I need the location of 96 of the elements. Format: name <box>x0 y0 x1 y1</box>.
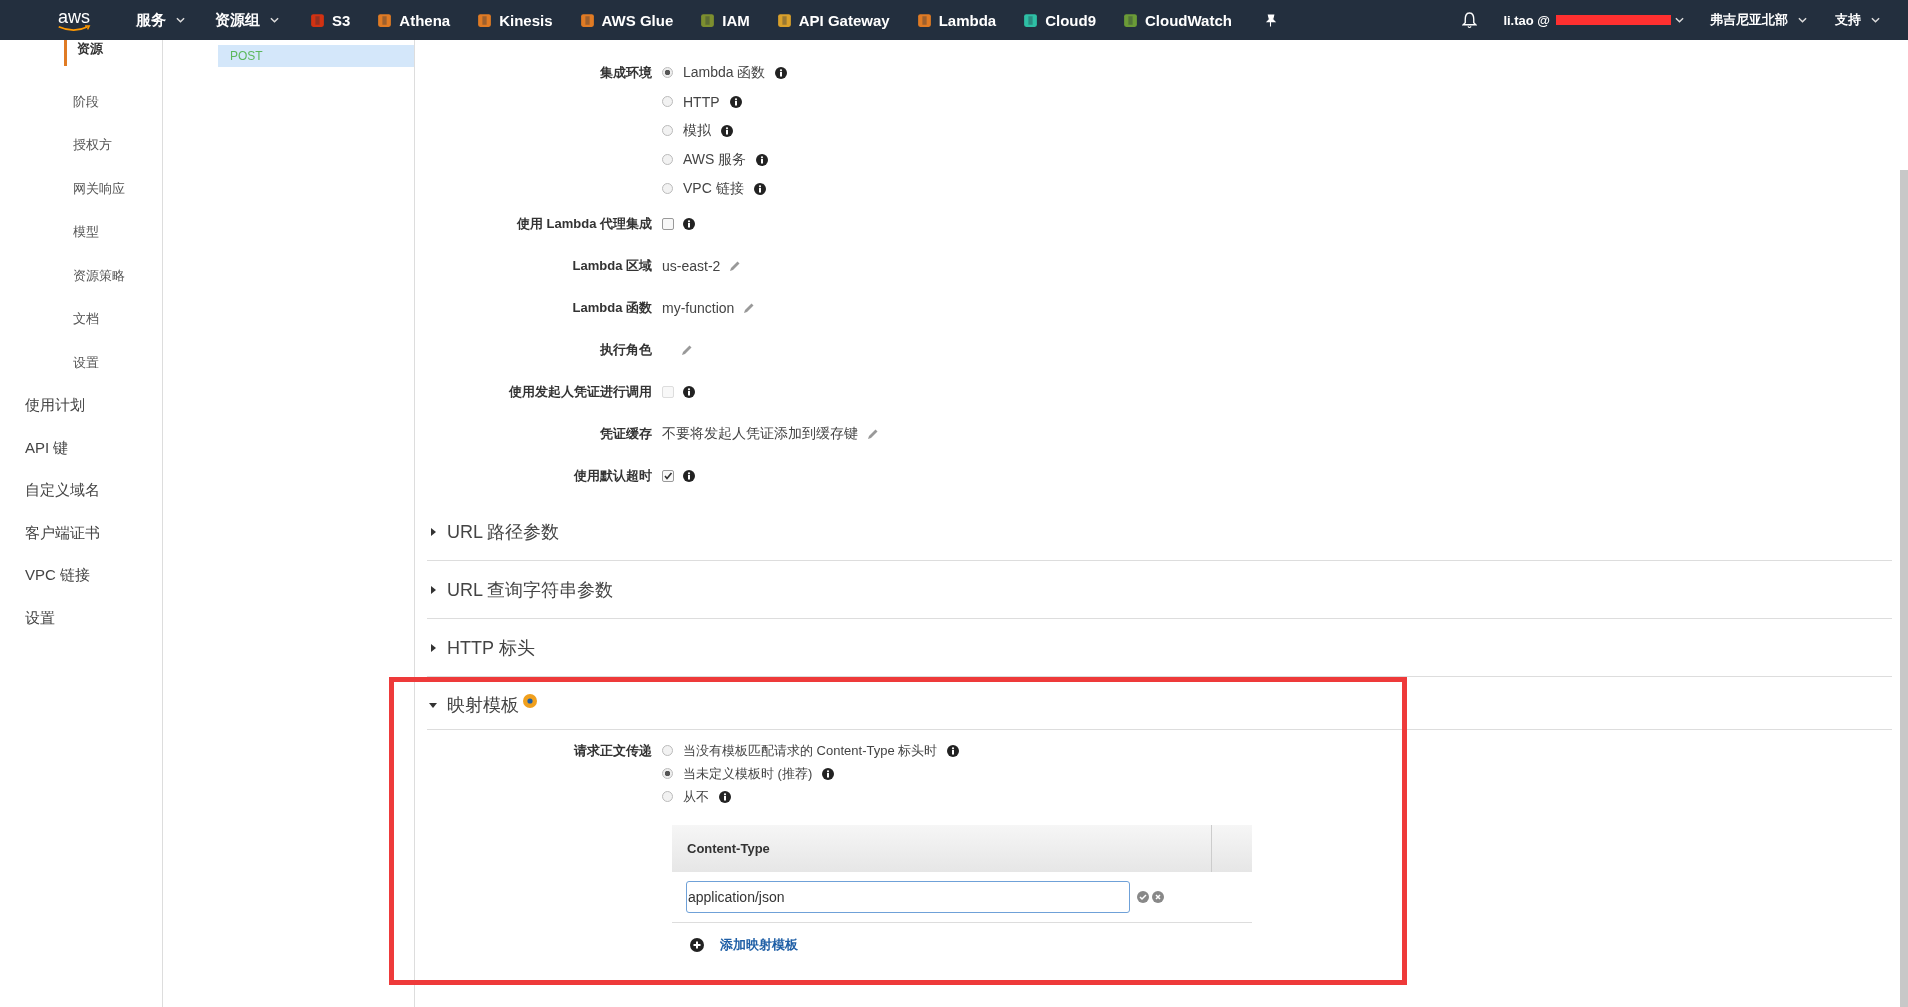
info-icon[interactable] <box>822 767 835 780</box>
option-label: 当没有模板匹配请求的 Content-Type 标头时 <box>683 741 938 760</box>
checkbox[interactable] <box>662 470 674 482</box>
close-icon[interactable] <box>1152 891 1164 903</box>
sidebar-item[interactable]: API 键 <box>0 427 162 470</box>
option-label: VPC 链接 <box>683 179 744 198</box>
user-name[interactable]: li.tao @ <box>1503 12 1550 28</box>
sidebar-item[interactable]: 使用计划 <box>0 384 162 427</box>
radio-button[interactable] <box>662 67 673 78</box>
field-value: my-function <box>662 300 735 316</box>
option-label: 从不 <box>683 787 709 806</box>
service-shortcut[interactable]: IAM <box>699 11 750 29</box>
chevron-down-icon <box>1675 17 1684 23</box>
info-icon[interactable] <box>683 386 695 398</box>
field-label: 凭证缓存 <box>599 425 653 443</box>
column-header: Content-Type <box>686 841 771 856</box>
pencil-icon[interactable] <box>743 302 756 314</box>
radio-button[interactable] <box>662 96 673 107</box>
field-label: 执行角色 <box>599 341 653 359</box>
sidebar-item[interactable]: 授权方 <box>0 123 162 167</box>
region-menu[interactable]: 弗吉尼亚北部 <box>1710 11 1807 29</box>
content-type-input[interactable]: application/json <box>686 881 1130 913</box>
service-shortcut[interactable]: Athena <box>376 11 451 29</box>
field-value: 不要将发起人凭证添加到缓存键 <box>662 425 858 443</box>
chevron-down-icon <box>1798 17 1807 23</box>
radio-button[interactable] <box>662 745 673 756</box>
caret-down-icon[interactable] <box>429 701 437 709</box>
chevron-down-icon <box>1871 17 1880 23</box>
field-label: Lambda 函数 <box>571 299 653 317</box>
info-icon[interactable] <box>683 218 695 230</box>
pin-icon[interactable] <box>1263 13 1277 27</box>
checkbox[interactable] <box>662 218 674 230</box>
nav-menu[interactable]: 服务 <box>136 10 185 30</box>
info-icon[interactable] <box>753 182 766 195</box>
field-value: us-east-2 <box>662 258 721 274</box>
sidebar-item[interactable]: 设置 <box>0 341 162 385</box>
option-label: 当未定义模板时 (推荐) <box>683 764 813 783</box>
caret-right-icon[interactable] <box>429 585 437 594</box>
field-label: 请求正文传递 <box>572 742 653 760</box>
section-title[interactable]: 映射模板 <box>447 693 519 717</box>
pencil-icon[interactable] <box>867 428 879 440</box>
radio-button[interactable] <box>662 183 673 194</box>
nav-menu[interactable]: 资源组 <box>215 10 279 30</box>
option-label: 模拟 <box>683 121 711 140</box>
option-label: HTTP <box>683 93 720 110</box>
sidebar-item[interactable]: 模型 <box>0 210 162 254</box>
sidebar-item[interactable]: 自定义域名 <box>0 469 162 512</box>
info-icon[interactable] <box>947 744 960 757</box>
service-shortcut[interactable]: CloudWatch <box>1122 11 1232 29</box>
radio-button[interactable] <box>662 125 673 136</box>
section-title[interactable]: URL 查询字符串参数 <box>447 577 614 602</box>
caret-right-icon[interactable] <box>429 527 437 536</box>
check-circle-icon[interactable] <box>1137 891 1149 903</box>
pencil-icon[interactable] <box>729 260 742 272</box>
sidebar-item[interactable]: VPC 链接 <box>0 554 162 597</box>
option-label: Lambda 函数 <box>683 63 766 82</box>
support-menu[interactable]: 支持 <box>1835 11 1880 29</box>
info-icon[interactable] <box>719 790 731 803</box>
info-icon[interactable] <box>775 66 788 79</box>
bell-icon[interactable] <box>1462 11 1478 29</box>
chevron-down-icon <box>270 17 279 23</box>
service-shortcut[interactable]: AWS Glue <box>578 11 674 29</box>
radio-button[interactable] <box>662 154 673 165</box>
info-icon[interactable] <box>683 470 695 482</box>
sidebar-item[interactable]: 资源 <box>64 40 162 66</box>
radio-button[interactable] <box>662 791 673 802</box>
field-label: Lambda 区域 <box>571 257 653 275</box>
service-shortcut[interactable]: Kinesis <box>476 11 553 29</box>
service-shortcut[interactable]: Lambda <box>915 11 997 29</box>
field-label: 集成环境 <box>599 64 653 82</box>
aws-logo[interactable]: aws <box>52 8 96 32</box>
info-icon[interactable] <box>756 153 769 166</box>
pencil-icon[interactable] <box>681 344 693 356</box>
add-mapping-template-link[interactable]: 添加映射模板 <box>720 936 798 954</box>
sidebar-item[interactable]: 客户端证书 <box>0 512 162 555</box>
info-icon[interactable] <box>721 124 733 137</box>
option-label: AWS 服务 <box>683 150 747 169</box>
section-title[interactable]: URL 路径参数 <box>447 519 560 544</box>
field-label: 使用默认超时 <box>572 467 653 485</box>
sidebar-item[interactable]: 网关响应 <box>0 167 162 211</box>
info-icon[interactable] <box>729 95 742 108</box>
field-label: 使用 Lambda 代理集成 <box>515 215 653 233</box>
sidebar-item[interactable]: 资源策略 <box>0 254 162 298</box>
field-label: 使用发起人凭证进行调用 <box>507 383 653 401</box>
sidebar-item[interactable]: 设置 <box>0 597 162 640</box>
radio-button[interactable] <box>662 768 673 779</box>
service-shortcut[interactable]: API Gateway <box>775 11 890 29</box>
chevron-down-icon <box>176 17 185 23</box>
sidebar-item[interactable]: 文档 <box>0 297 162 341</box>
scrollbar[interactable] <box>1900 170 1908 1007</box>
service-shortcut[interactable]: Cloud9 <box>1022 11 1096 29</box>
service-shortcut[interactable]: S3 <box>309 11 351 29</box>
sidebar-item[interactable]: 阶段 <box>0 80 162 124</box>
caret-right-icon[interactable] <box>429 643 437 652</box>
section-title[interactable]: HTTP 标头 <box>447 635 535 660</box>
plus-circle-icon[interactable] <box>690 938 704 952</box>
